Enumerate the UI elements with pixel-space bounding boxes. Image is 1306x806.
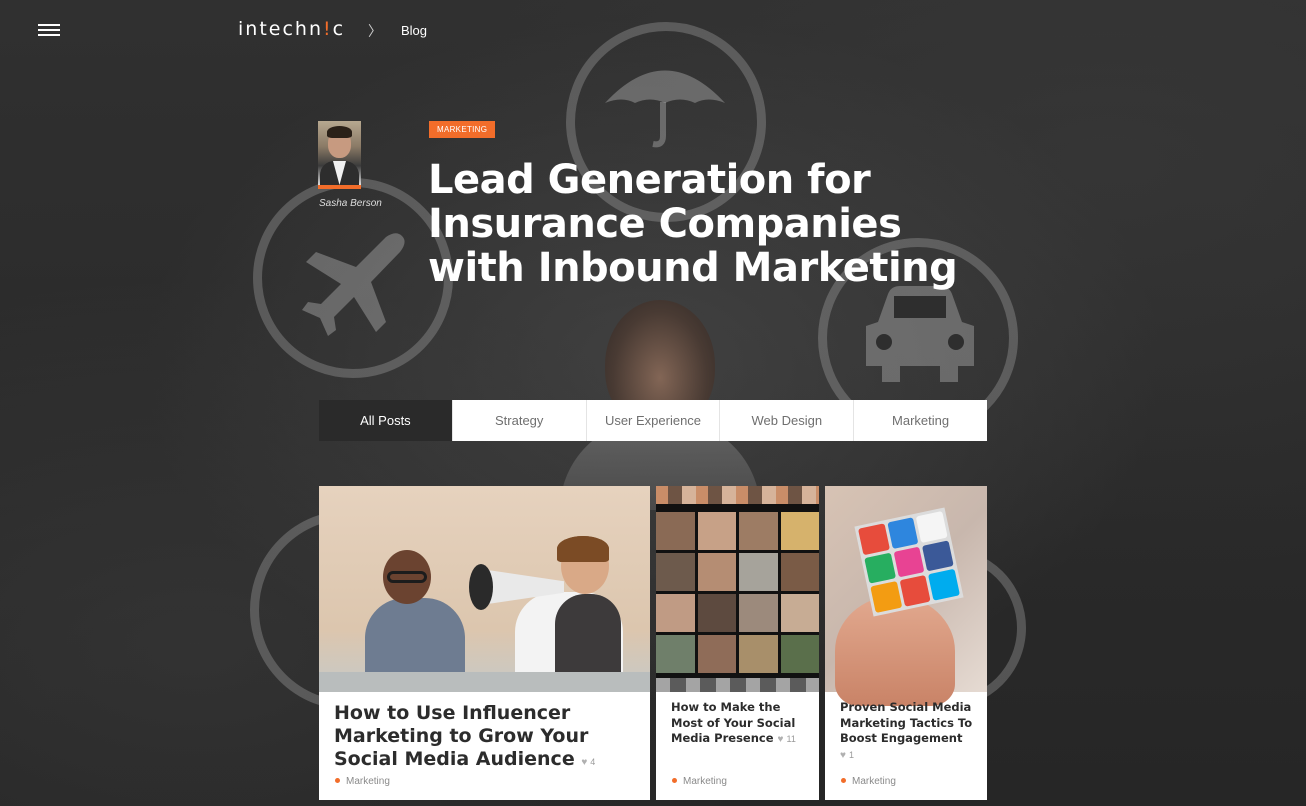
likes-count[interactable]: ♥ 1: [840, 749, 854, 761]
post-card-social-presence[interactable]: How to Make the Most of Your Social Medi…: [656, 486, 819, 800]
hamburger-menu-icon[interactable]: [38, 24, 60, 36]
woman-figure-graphic: [560, 290, 760, 510]
category-dot-icon: [841, 777, 846, 783]
category-tabs: All Posts Strategy User Experience Web D…: [319, 400, 987, 441]
umbrella-icon: [605, 70, 725, 148]
logo-text-suffix: c: [332, 18, 346, 40]
article-title: Lead Generation for Insurance Companies …: [428, 157, 958, 291]
heart-icon: ♥: [581, 757, 588, 768]
post-image-people-grid[interactable]: [656, 486, 819, 692]
tab-strategy[interactable]: Strategy: [451, 400, 586, 441]
logo-text-prefix: intechn: [238, 18, 323, 40]
likes-value: 1: [848, 749, 854, 760]
post-image-social-cube[interactable]: [825, 486, 987, 706]
tab-web-design[interactable]: Web Design: [719, 400, 854, 441]
post-category[interactable]: Marketing: [841, 776, 896, 787]
car-icon: [866, 286, 974, 382]
likes-count[interactable]: ♥ 4: [581, 757, 596, 768]
airplane-icon: [302, 233, 405, 336]
post-category[interactable]: Marketing: [672, 776, 727, 787]
post-category-label: Marketing: [346, 776, 390, 787]
logo[interactable]: intechn!c: [238, 18, 345, 40]
post-title[interactable]: How to Make the Most of Your Social Medi…: [671, 700, 811, 748]
author-name[interactable]: Sasha Berson: [319, 198, 382, 209]
tab-user-experience[interactable]: User Experience: [585, 400, 720, 441]
breadcrumb-separator-icon: 〉: [368, 23, 382, 39]
post-category-label: Marketing: [683, 776, 727, 787]
post-card-social-tactics[interactable]: Proven Social Media Marketing Tactics To…: [825, 486, 987, 800]
category-dot-icon: [672, 777, 677, 783]
post-category-label: Marketing: [852, 776, 896, 787]
post-title-text[interactable]: Proven Social Media Marketing Tactics To…: [840, 700, 972, 745]
post-card-influencer[interactable]: How to Use Influencer Marketing to Grow …: [319, 486, 650, 800]
logo-mark: !: [323, 18, 333, 40]
tab-all-posts[interactable]: All Posts: [319, 400, 452, 441]
breadcrumb-blog-link[interactable]: Blog: [401, 23, 427, 38]
likes-value: 11: [786, 734, 796, 744]
post-image-megaphone-kids[interactable]: [319, 486, 650, 692]
post-title[interactable]: How to Use Influencer Marketing to Grow …: [334, 702, 639, 774]
tab-marketing[interactable]: Marketing: [853, 400, 987, 441]
post-title[interactable]: Proven Social Media Marketing Tactics To…: [840, 700, 980, 763]
likes-count[interactable]: ♥ 11: [777, 734, 796, 745]
author-avatar[interactable]: [318, 121, 361, 189]
heart-icon: ♥: [840, 749, 846, 761]
category-badge[interactable]: MARKETING: [429, 121, 496, 138]
post-title-text[interactable]: How to Make the Most of Your Social Medi…: [671, 700, 795, 745]
post-category[interactable]: Marketing: [335, 776, 390, 787]
category-dot-icon: [335, 777, 340, 783]
post-title-text[interactable]: How to Use Influencer Marketing to Grow …: [334, 702, 588, 770]
heart-icon: ♥: [777, 734, 784, 745]
likes-value: 4: [590, 757, 596, 767]
